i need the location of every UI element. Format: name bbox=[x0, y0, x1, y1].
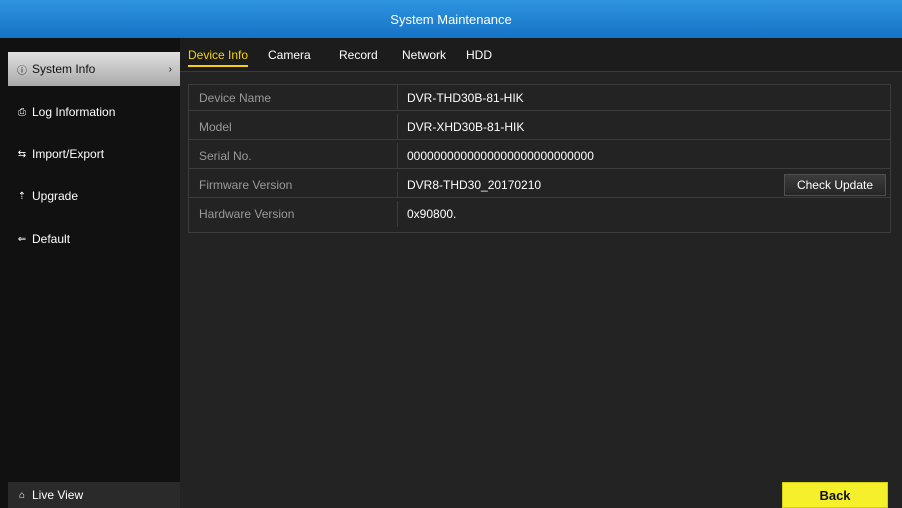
sidebar-item-label: System Info bbox=[32, 62, 96, 76]
serial-number-value: 0000000000000000000000000000 bbox=[407, 149, 594, 163]
tab-record[interactable]: Record bbox=[339, 38, 378, 72]
sidebar-item-upgrade[interactable]: ⇡ Upgrade bbox=[8, 179, 180, 213]
model-value: DVR-XHD30B-81-HIK bbox=[407, 120, 525, 134]
sidebar-item-label: Log Information bbox=[32, 105, 116, 119]
hardware-version-label: Hardware Version bbox=[199, 207, 295, 221]
default-icon: ⇐ bbox=[17, 233, 27, 245]
sidebar-item-system-info[interactable]: ⓘ System Info › bbox=[8, 52, 180, 86]
table-row: Model DVR-XHD30B-81-HIK bbox=[189, 114, 890, 140]
table-row: Device Name DVR-THD30B-81-HIK bbox=[189, 85, 890, 111]
column-divider bbox=[397, 201, 398, 227]
sidebar-item-default[interactable]: ⇐ Default bbox=[8, 222, 180, 256]
window-title-bar: System Maintenance bbox=[0, 0, 902, 38]
model-label: Model bbox=[199, 120, 232, 134]
tab-camera[interactable]: Camera bbox=[268, 38, 311, 72]
device-info-table: Device Name DVR-THD30B-81-HIK Model DVR-… bbox=[188, 84, 891, 233]
table-row: Firmware Version DVR8-THD30_20170210 Che… bbox=[189, 172, 890, 198]
firmware-version-value: DVR8-THD30_20170210 bbox=[407, 178, 542, 192]
tab-hdd[interactable]: HDD bbox=[466, 38, 492, 72]
log-icon: ⎙ bbox=[18, 106, 26, 118]
sidebar-item-log-information[interactable]: ⎙ Log Information bbox=[8, 95, 180, 129]
home-icon: ⌂ bbox=[18, 489, 26, 501]
column-divider bbox=[397, 85, 398, 111]
sidebar-item-import-export[interactable]: ⇆ Import/Export bbox=[8, 137, 180, 171]
tab-device-info[interactable]: Device Info bbox=[188, 38, 249, 72]
chevron-right-icon: › bbox=[168, 63, 172, 75]
tab-bar: Device Info Camera Record Network HDD bbox=[180, 38, 902, 72]
sidebar-item-label: Default bbox=[32, 232, 71, 246]
sidebar-item-label: Import/Export bbox=[32, 147, 105, 161]
main-panel: Device Info Camera Record Network HDD De… bbox=[180, 38, 902, 508]
device-name-value: DVR-THD30B-81-HIK bbox=[407, 91, 524, 105]
live-view-button[interactable]: ⌂ Live View bbox=[8, 482, 180, 508]
live-view-label: Live View bbox=[32, 488, 84, 502]
table-row: Hardware Version 0x90800. bbox=[189, 201, 890, 227]
check-update-button[interactable]: Check Update bbox=[784, 174, 886, 196]
table-row: Serial No. 0000000000000000000000000000 bbox=[189, 143, 890, 169]
tab-network[interactable]: Network bbox=[402, 38, 446, 72]
upgrade-icon: ⇡ bbox=[17, 190, 27, 202]
column-divider bbox=[397, 143, 398, 169]
hardware-version-value: 0x90800. bbox=[407, 207, 457, 221]
sidebar: ⓘ System Info › ⎙ Log Information ⇆ Impo… bbox=[0, 38, 180, 508]
back-button[interactable]: Back bbox=[782, 482, 888, 508]
column-divider bbox=[397, 172, 398, 198]
info-icon: ⓘ bbox=[17, 65, 27, 77]
window-title: System Maintenance bbox=[390, 11, 512, 27]
device-name-label: Device Name bbox=[199, 91, 272, 105]
column-divider bbox=[397, 114, 398, 140]
sidebar-item-label: Upgrade bbox=[32, 189, 79, 203]
firmware-version-label: Firmware Version bbox=[199, 178, 293, 192]
import-export-icon: ⇆ bbox=[17, 148, 27, 160]
serial-number-label: Serial No. bbox=[199, 149, 252, 163]
